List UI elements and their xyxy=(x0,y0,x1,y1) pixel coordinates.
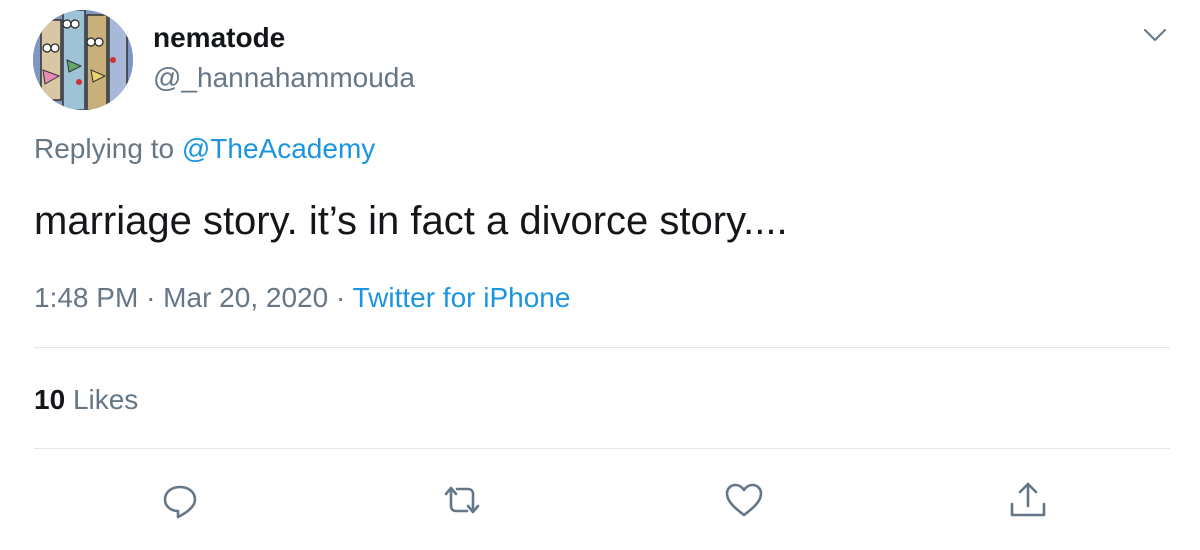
mention-link[interactable]: @TheAcademy xyxy=(182,133,375,164)
avatar-illustration xyxy=(33,10,133,110)
likes-count: 10 xyxy=(34,384,66,415)
meta-separator: · xyxy=(335,282,346,313)
display-name[interactable]: nematode xyxy=(153,20,285,56)
tweet-source[interactable]: Twitter for iPhone xyxy=(353,282,571,313)
chevron-down-icon[interactable] xyxy=(1140,20,1170,50)
avatar[interactable] xyxy=(33,10,133,110)
tweet-date[interactable]: Mar 20, 2020 xyxy=(163,282,328,313)
divider xyxy=(34,448,1170,449)
user-handle[interactable]: @_hannahammouda xyxy=(153,60,415,96)
share-icon[interactable] xyxy=(1006,478,1050,522)
tweet-card: nematode @_hannahammouda Replying to @Th… xyxy=(0,0,1200,550)
replying-to: Replying to @TheAcademy xyxy=(34,131,375,167)
likes-stat[interactable]: 10 Likes xyxy=(34,382,138,418)
tweet-time[interactable]: 1:48 PM xyxy=(34,282,138,313)
likes-label: Likes xyxy=(72,384,139,415)
reply-icon[interactable] xyxy=(158,478,202,522)
tweet-meta: 1:48 PM · Mar 20, 2020 · Twitter for iPh… xyxy=(34,280,570,316)
heart-icon[interactable] xyxy=(722,478,766,522)
divider xyxy=(34,347,1170,348)
tweet-text: marriage story. it’s in fact a divorce s… xyxy=(34,199,788,243)
replying-prefix: Replying to xyxy=(34,133,175,164)
meta-separator: · xyxy=(146,282,156,313)
retweet-icon[interactable] xyxy=(440,478,484,522)
